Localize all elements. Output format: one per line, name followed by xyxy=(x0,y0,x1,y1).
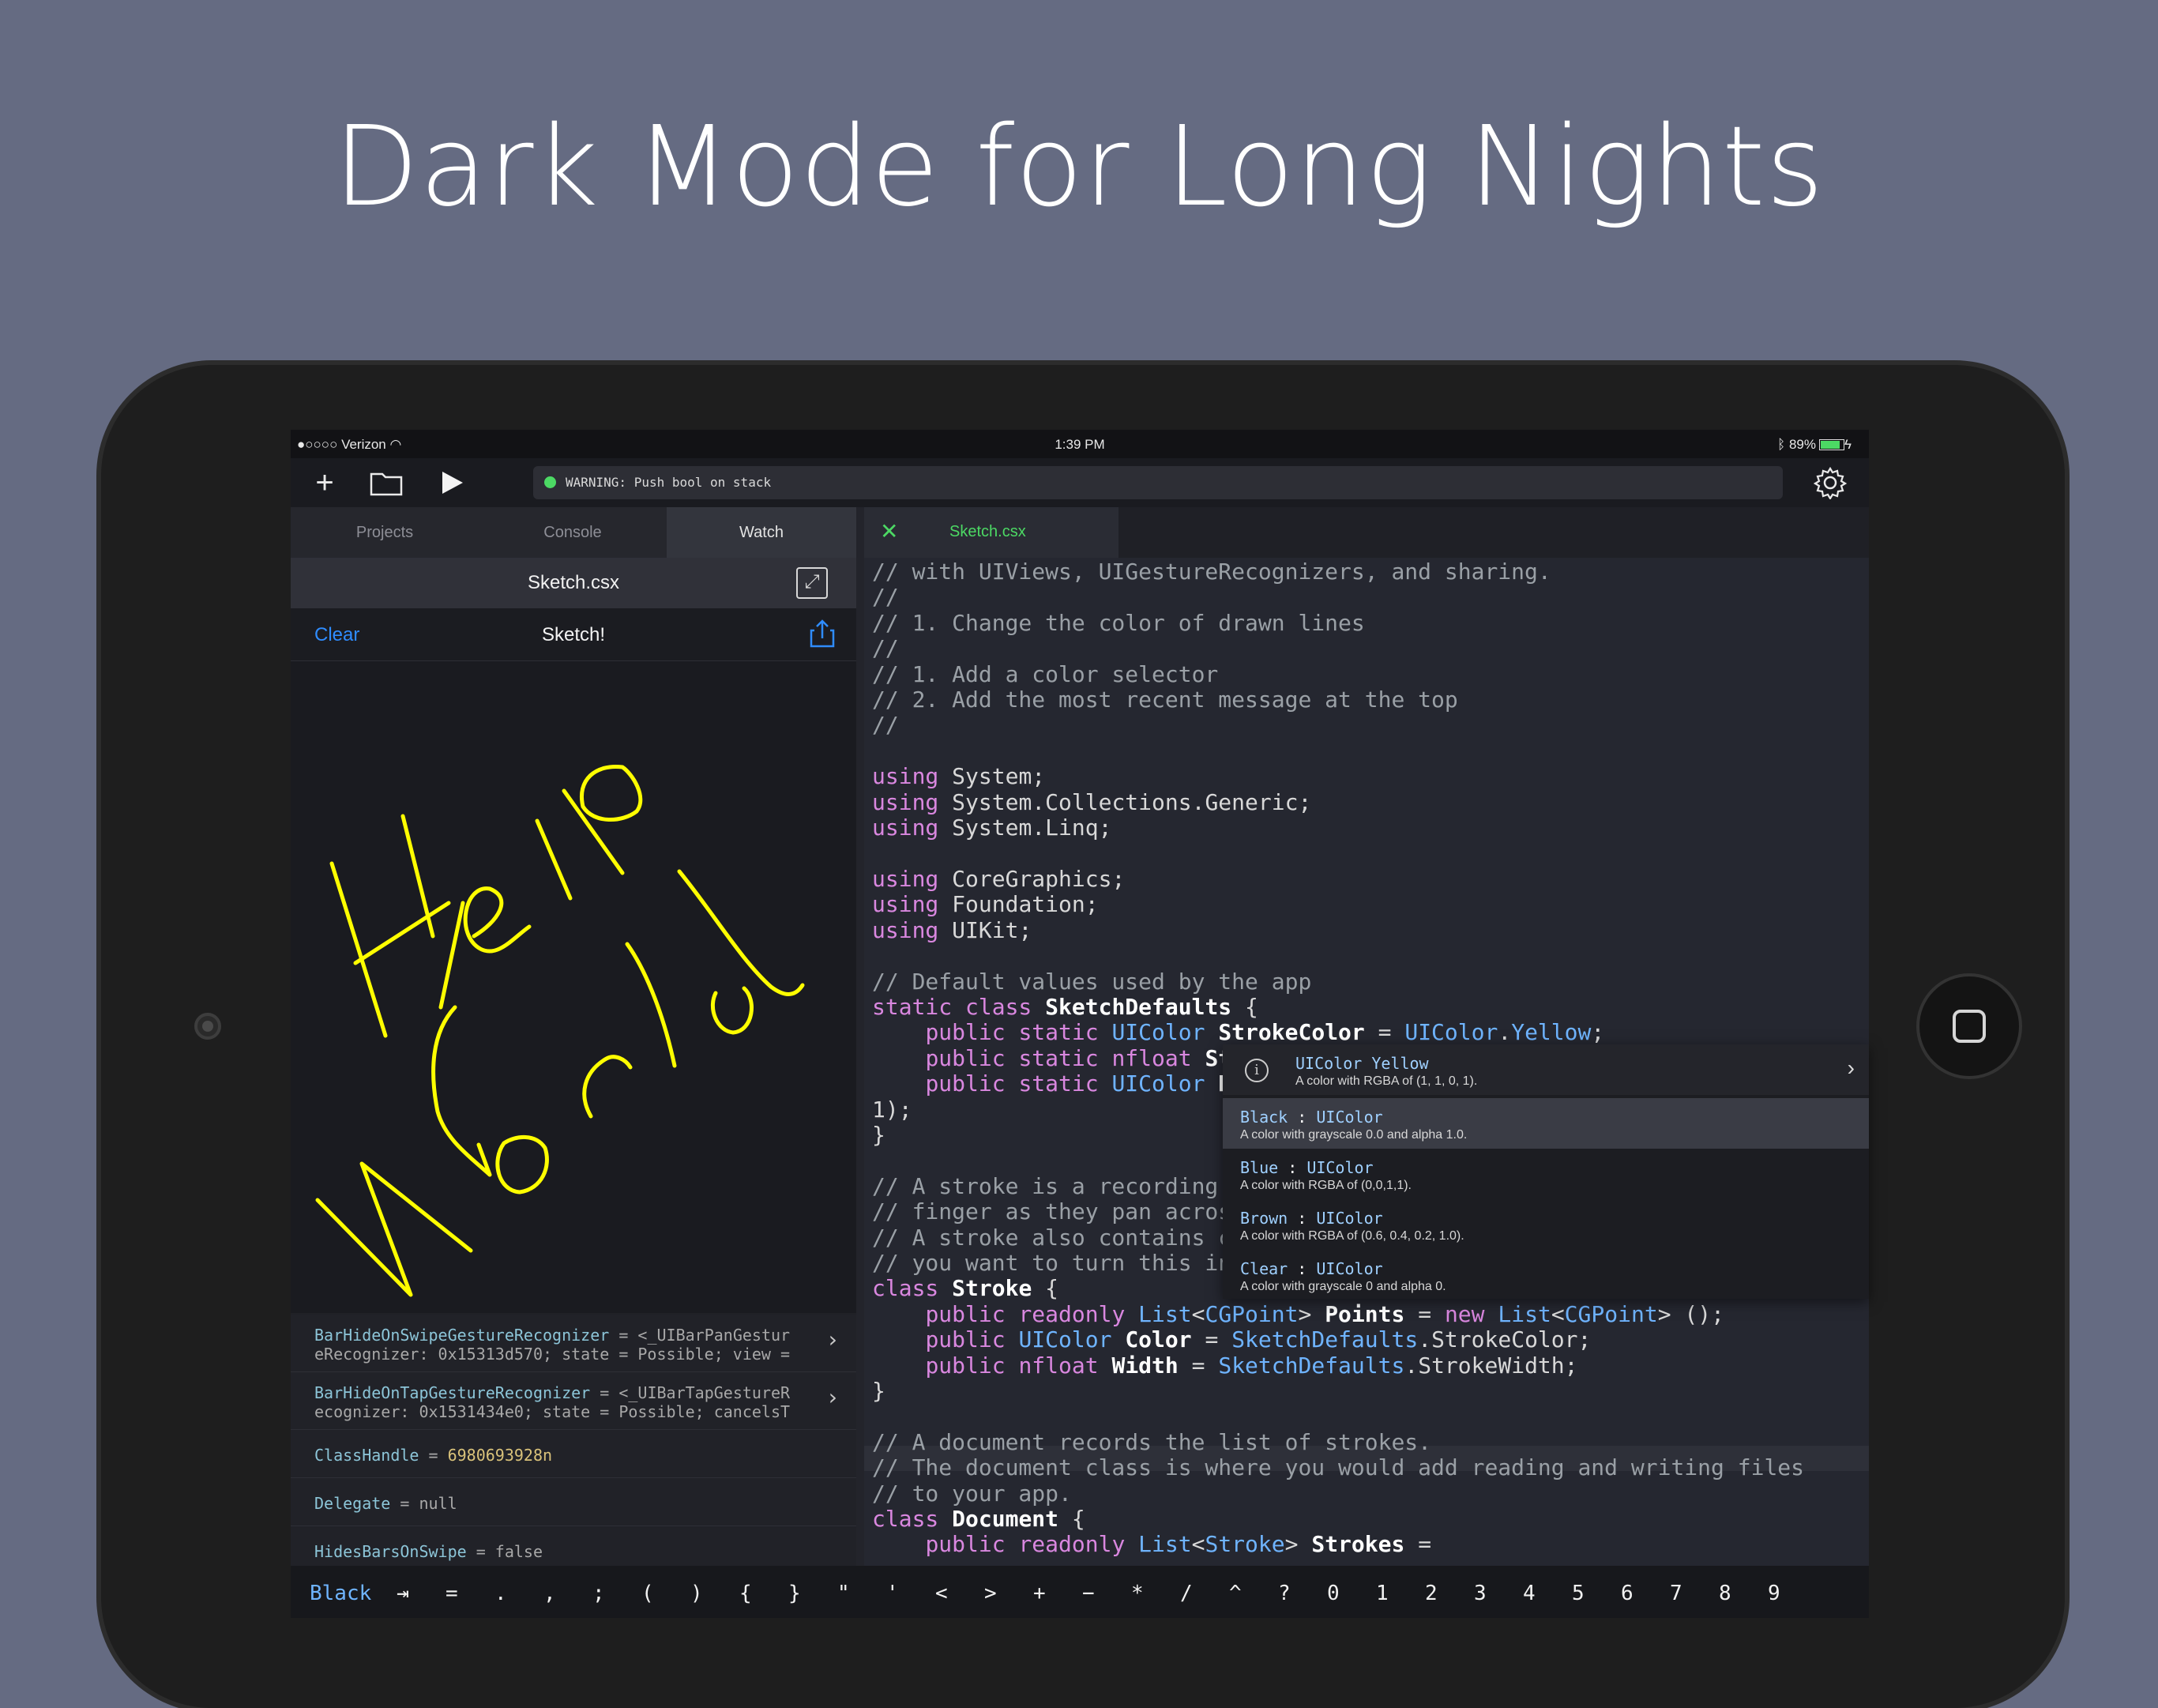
sketch-header: Clear Sketch! xyxy=(291,608,856,661)
chevron-right-icon: › xyxy=(1847,1055,1855,1080)
key-brace-close[interactable]: } xyxy=(788,1582,801,1605)
shortcut-key-bar: Black ⇥ = . , ; ( ) { } " ' < > + − * / … xyxy=(291,1566,1869,1618)
gear-icon[interactable] xyxy=(1810,463,1850,502)
key-8[interactable]: 8 xyxy=(1719,1582,1731,1605)
status-dot-icon xyxy=(544,476,556,488)
chevron-right-icon: › xyxy=(828,1326,837,1352)
hello-world-drawing xyxy=(315,765,805,1297)
key-comma[interactable]: , xyxy=(543,1582,556,1605)
key-plus[interactable]: + xyxy=(1033,1582,1046,1605)
key-asterisk[interactable]: * xyxy=(1131,1582,1144,1605)
list-item[interactable]: BarHideOnTapGestureRecognizer = <_UIBarT… xyxy=(291,1372,856,1430)
screen: ●○○○○ Verizon ◠ 1:39 PM ᛒ 89% ϟ + WARNING… xyxy=(291,430,1869,1618)
file-header: Sketch.csx ⤢ xyxy=(291,558,856,608)
key-6[interactable]: 6 xyxy=(1621,1582,1634,1605)
key-0[interactable]: 0 xyxy=(1327,1582,1340,1605)
autocomplete-item[interactable]: Clear : UIColor A color with grayscale 0… xyxy=(1223,1250,1869,1300)
sketch-title: Sketch! xyxy=(541,624,606,645)
battery-status: ᛒ 89% ϟ xyxy=(1777,437,1852,452)
key-9[interactable]: 9 xyxy=(1768,1582,1780,1605)
share-icon[interactable] xyxy=(809,619,836,648)
key-3[interactable]: 3 xyxy=(1474,1582,1487,1605)
list-item: Delegate = null xyxy=(291,1478,856,1526)
run-icon[interactable] xyxy=(433,463,472,502)
front-camera xyxy=(194,1013,221,1040)
key-caret[interactable]: ^ xyxy=(1229,1582,1242,1605)
clock-label: 1:39 PM xyxy=(1055,437,1105,452)
editor-tabs: ✕ Sketch.csx xyxy=(864,507,1869,558)
key-1[interactable]: 1 xyxy=(1376,1582,1389,1605)
list-item: ClassHandle = 6980693928n xyxy=(291,1430,856,1478)
left-pane: Projects Console Watch Sketch.csx ⤢ Clea… xyxy=(291,507,856,1618)
autocomplete-item[interactable]: Black : UIColor A color with grayscale 0… xyxy=(1223,1098,1869,1149)
info-icon: i xyxy=(1245,1059,1269,1082)
tab-projects[interactable]: Projects xyxy=(291,507,479,558)
key-minus[interactable]: − xyxy=(1082,1582,1095,1605)
warning-bar[interactable]: WARNING: Push bool on stack xyxy=(533,466,1783,499)
autocomplete-item[interactable]: Blue : UIColor A color with RGBA of (0,0… xyxy=(1223,1149,1869,1199)
key-paren-close[interactable]: ) xyxy=(690,1582,703,1605)
key-paren-open[interactable]: ( xyxy=(641,1582,654,1605)
left-tabs: Projects Console Watch xyxy=(291,507,856,558)
key-2[interactable]: 2 xyxy=(1425,1582,1438,1605)
key-7[interactable]: 7 xyxy=(1670,1582,1682,1605)
key-5[interactable]: 5 xyxy=(1572,1582,1585,1605)
tab-sketch-file[interactable]: ✕ Sketch.csx xyxy=(864,507,1118,558)
tab-console[interactable]: Console xyxy=(479,507,667,558)
key-single-quote[interactable]: ' xyxy=(886,1582,899,1605)
key-tab[interactable]: ⇥ xyxy=(397,1582,409,1605)
key-equals[interactable]: = xyxy=(446,1582,458,1605)
add-icon[interactable]: + xyxy=(305,463,344,502)
key-question[interactable]: ? xyxy=(1278,1582,1291,1605)
battery-icon xyxy=(1819,439,1844,450)
key-brace-open[interactable]: { xyxy=(739,1582,752,1605)
folder-icon[interactable] xyxy=(367,463,406,502)
expand-icon[interactable]: ⤢ xyxy=(796,567,828,599)
headline: Dark Mode for Long Nights xyxy=(333,103,1825,231)
status-bar: ●○○○○ Verizon ◠ 1:39 PM ᛒ 89% ϟ xyxy=(291,430,1869,458)
key-double-quote[interactable]: " xyxy=(837,1582,850,1605)
toolbar: + WARNING: Push bool on stack xyxy=(291,458,1869,507)
bluetooth-icon: ᛒ xyxy=(1777,437,1786,452)
key-semicolon[interactable]: ; xyxy=(592,1582,605,1605)
autocomplete-popup: i UIColor Yellow A color with RGBA of (1… xyxy=(1223,1044,1869,1299)
sketch-canvas[interactable] xyxy=(291,661,856,1313)
key-greater-than[interactable]: > xyxy=(984,1582,997,1605)
autocomplete-item[interactable]: Brown : UIColor A color with RGBA of (0.… xyxy=(1223,1199,1869,1250)
autocomplete-info[interactable]: i UIColor Yellow A color with RGBA of (1… xyxy=(1223,1044,1869,1095)
list-item[interactable]: BarHideOnSwipeGestureRecognizer = <_UIBa… xyxy=(291,1315,856,1372)
home-button[interactable] xyxy=(1916,973,2022,1079)
key-4[interactable]: 4 xyxy=(1523,1582,1536,1605)
home-button-icon xyxy=(1953,1010,1986,1043)
key-black[interactable]: Black xyxy=(310,1582,371,1605)
chevron-right-icon: › xyxy=(828,1384,837,1410)
file-title: Sketch.csx xyxy=(527,572,620,593)
key-less-than[interactable]: < xyxy=(935,1582,948,1605)
key-dot[interactable]: . xyxy=(494,1582,507,1605)
key-slash[interactable]: / xyxy=(1180,1582,1193,1605)
tab-watch[interactable]: Watch xyxy=(667,507,856,558)
close-icon[interactable]: ✕ xyxy=(880,518,898,544)
